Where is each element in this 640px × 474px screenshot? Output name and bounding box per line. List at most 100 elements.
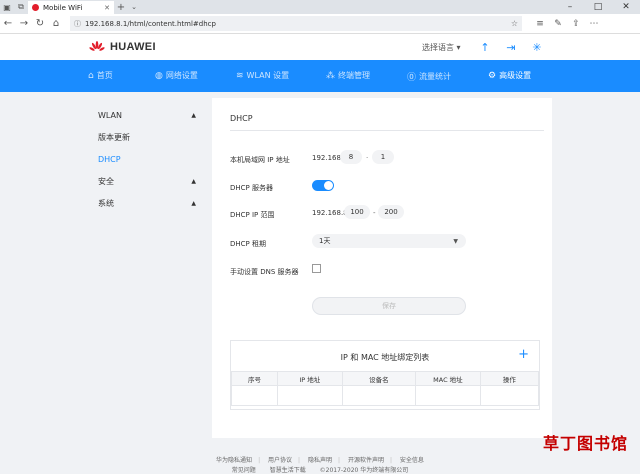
column-header: IP 地址 [277, 371, 343, 386]
refresh-icon[interactable]: ↻ [32, 18, 48, 29]
footer-link-privacy-notice[interactable]: 华为隐私通知 [216, 457, 252, 464]
sidebar-item-version-update[interactable]: 版本更新 [90, 126, 202, 148]
globe-icon: ◍ [155, 70, 163, 81]
tab-actions-icon[interactable]: ⧉ [14, 0, 28, 14]
logout-icon[interactable]: ⇥ [504, 40, 518, 54]
sidebar-item-label: 版本更新 [98, 132, 130, 142]
dhcp-lease-select[interactable]: 1天 ▼ [312, 234, 466, 248]
footer-link-smart-home[interactable]: 智慧生活下载 [270, 467, 306, 474]
back-icon[interactable]: ← [0, 18, 16, 29]
nav-item-traffic-statistics[interactable]: ⓪ 流量统计 [407, 70, 451, 83]
sidebar-item-label: 安全 [98, 176, 114, 186]
lan-ip-octet4-input[interactable]: 1 [372, 150, 394, 164]
sidebar-item-dhcp[interactable]: DHCP [90, 148, 202, 170]
nav-item-device-management[interactable]: ⁂ 终端管理 [326, 70, 370, 81]
ip-separator: · [366, 154, 369, 162]
column-header: 序号 [230, 371, 279, 386]
site-info-icon[interactable]: ⓘ [74, 19, 81, 29]
pen-icon[interactable]: ✎ [552, 19, 564, 29]
dhcp-server-toggle[interactable] [312, 180, 334, 191]
nav-item-wlan-settings[interactable]: ≋ WLAN 设置 [236, 70, 289, 81]
table-row [230, 385, 540, 406]
table-cell [341, 385, 417, 406]
gear-icon: ⚙ [488, 70, 497, 81]
browser-tab-bar: ▣ ⧉ Mobile WiFi ✕ + ⌄ – □ ✕ [0, 0, 640, 14]
watermark-text: 草丁图书馆 [542, 434, 628, 453]
caret-up-icon: ▲ [191, 177, 196, 185]
table-cell [230, 385, 279, 406]
sidebar-item-label: WLAN [98, 110, 123, 120]
nav-label: 高级设置 [499, 71, 532, 80]
dhcp-range-start-input[interactable]: 100 [344, 205, 370, 219]
wifi-icon: ≋ [236, 70, 244, 81]
language-selector[interactable]: 选择语言 ▾ [422, 42, 461, 53]
chevron-down-icon: ▾ [456, 43, 461, 52]
table-cell [479, 385, 540, 406]
close-window-icon[interactable]: ✕ [612, 0, 640, 14]
traffic-icon: ⓪ [407, 73, 417, 83]
dhcp-server-label: DHCP 服务器 [230, 184, 273, 192]
maximize-icon[interactable]: □ [584, 0, 612, 14]
tab-list-chevron-icon[interactable]: ⌄ [128, 0, 140, 14]
url-text: 192.168.8.1/html/content.html#dhcp [85, 19, 216, 28]
new-tab-button[interactable]: + [114, 0, 128, 14]
chevron-down-icon: ▼ [453, 237, 458, 245]
footer-copyright: ©2017-2020 华为终端有限公司 [319, 467, 409, 474]
home-button-icon[interactable]: ⌂ [48, 18, 64, 29]
nav-item-network-settings[interactable]: ◍ 网络设置 [155, 70, 198, 81]
nav-item-home[interactable]: ⌂ 首页 [88, 70, 113, 81]
huawei-logo: HUAWEI [88, 41, 156, 53]
manual-dns-label: 手动设置 DNS 服务器 [230, 268, 299, 276]
section-title: DHCP [230, 114, 253, 123]
column-header: 操作 [479, 371, 540, 386]
select-value: 1天 [319, 237, 331, 245]
footer-link-privacy-statement[interactable]: 隐私声明 [308, 457, 332, 464]
share-icon[interactable]: ⇪ [570, 19, 582, 29]
save-button[interactable]: 保存 [312, 297, 466, 315]
footer-link-faq[interactable]: 常见问题 [232, 467, 256, 474]
add-binding-icon[interactable]: + [518, 347, 529, 362]
sidebar-item-wlan[interactable]: WLAN ▲ [90, 104, 202, 126]
lan-ip-octet3-input[interactable]: 8 [340, 150, 362, 164]
close-tab-icon[interactable]: ✕ [104, 4, 110, 12]
tab-title: Mobile WiFi [43, 3, 83, 12]
lan-ip-label: 本机局域网 IP 地址 [230, 156, 290, 164]
nav-label: WLAN 设置 [246, 71, 290, 80]
upload-icon[interactable]: ↑ [478, 40, 492, 54]
sidebar-item-security[interactable]: 安全 ▲ [90, 170, 202, 192]
footer-link-security-info[interactable]: 安全信息 [400, 457, 424, 464]
dhcp-range-end-input[interactable]: 200 [378, 205, 404, 219]
forward-icon[interactable]: → [16, 18, 32, 29]
nav-item-advanced-settings[interactable]: ⚙ 高级设置 [488, 70, 531, 81]
favorite-star-icon[interactable]: ☆ [511, 19, 518, 28]
section-divider [230, 130, 544, 131]
browser-tab[interactable]: Mobile WiFi ✕ [28, 1, 114, 14]
address-bar: ← → ↻ ⌂ ⓘ 192.168.8.1/html/content.html#… [0, 14, 640, 34]
nav-label: 流量统计 [419, 72, 452, 81]
table-cell [415, 385, 481, 406]
sidebar: WLAN ▲ 版本更新 DHCP 安全 ▲ 系统 ▲ [90, 104, 202, 214]
devices-icon: ⁂ [326, 70, 335, 81]
footer-link-user-agreement[interactable]: 用户协议 [268, 457, 292, 464]
lan-ip-prefix: 192.168. [312, 154, 344, 162]
reading-list-icon[interactable]: ≡ [534, 19, 546, 29]
footer-link-open-source[interactable]: 开源软件声明 [348, 457, 384, 464]
dhcp-range-label: DHCP IP 范围 [230, 211, 275, 219]
table-cell [277, 385, 343, 406]
manual-dns-checkbox[interactable] [312, 264, 321, 273]
sidebar-item-label: DHCP [98, 154, 121, 164]
binding-table: 序号 IP 地址 设备名 MAC 地址 操作 [230, 371, 540, 406]
favicon-icon [32, 4, 39, 11]
nav-label: 终端管理 [338, 71, 370, 80]
ip-mac-binding-panel: IP 和 MAC 地址绑定列表 + 序号 IP 地址 设备名 MAC 地址 操作 [230, 340, 540, 410]
minimize-icon[interactable]: – [556, 0, 584, 14]
brand-name: HUAWEI [110, 41, 156, 53]
more-icon[interactable]: ⋯ [588, 19, 600, 29]
window-menu-icon[interactable]: ▣ [0, 0, 14, 14]
sidebar-item-system[interactable]: 系统 ▲ [90, 192, 202, 214]
caret-up-icon: ▲ [191, 111, 196, 119]
url-field[interactable]: ⓘ 192.168.8.1/html/content.html#dhcp ☆ [70, 16, 522, 31]
nav-label: 首页 [96, 71, 113, 80]
table-header-row: 序号 IP 地址 设备名 MAC 地址 操作 [230, 371, 540, 386]
dhcp-lease-label: DHCP 租期 [230, 240, 266, 248]
